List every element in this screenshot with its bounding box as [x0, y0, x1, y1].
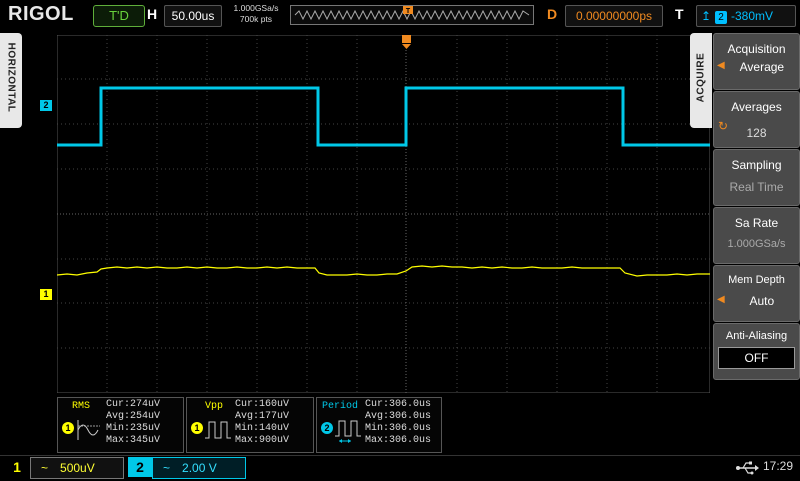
menu-acquisition-value: ◀ Average [717, 60, 785, 74]
ch1-offset-marker[interactable]: 1 [40, 289, 52, 300]
menu-mem-depth[interactable]: Mem Depth ◀ Auto [713, 265, 800, 322]
clock: 17:29 [763, 459, 794, 473]
trigger-label: T [675, 6, 684, 22]
menu-averages[interactable]: Averages ↻ 128 [713, 91, 800, 148]
acquire-menu: Acquisition ◀ Average Averages ↻ 128 Samp… [713, 33, 800, 453]
menu-sampling[interactable]: Sampling Real Time [713, 149, 800, 206]
menu-acquisition[interactable]: Acquisition ◀ Average [713, 33, 800, 90]
trigger-level-text: -380mV [731, 9, 774, 23]
trigger-edge-icon: ↥ [701, 9, 712, 23]
brand-logo: RIGOL [8, 3, 74, 25]
ch2-offset-marker[interactable]: 2 [40, 100, 52, 111]
measurement-min: Min:306.0us [365, 423, 432, 434]
menu-anti-aliasing[interactable]: Anti-Aliasing OFF [713, 323, 800, 380]
measurement-channel-badge: 1 [62, 422, 74, 434]
menu-anti-aliasing-value: OFF [718, 347, 795, 369]
sample-rate-text: 1.000GSa/s [233, 3, 279, 13]
measurement-name: Vpp [205, 401, 224, 412]
menu-averages-label: Averages [731, 100, 782, 114]
measurement-channel-badge: 2 [321, 422, 333, 434]
svg-text:T: T [406, 8, 411, 15]
delay-label: D [547, 6, 558, 22]
menu-sa-rate[interactable]: Sa Rate 1.000GSa/s [713, 207, 800, 264]
measurement-rms[interactable]: RMS 1 Cur:274uV Avg:254uV Min:235uV Max:… [57, 397, 184, 453]
measurement-max: Max:345uV [106, 435, 161, 446]
horizontal-tab-label: HORIZONTAL [5, 42, 17, 113]
measurement-channel-badge: 1 [191, 422, 203, 434]
measurement-cur: Cur:274uV [106, 399, 161, 410]
measurement-max: Max:900uV [235, 435, 290, 446]
rms-waveform-icon [77, 420, 100, 440]
menu-mem-depth-label: Mem Depth [728, 274, 785, 286]
measurement-vpp[interactable]: Vpp 1 Cur:160uV Avg:177uV Min:140uV Max:… [186, 397, 314, 453]
measurement-min: Min:140uV [235, 423, 290, 434]
menu-anti-aliasing-label: Anti-Aliasing [725, 330, 788, 342]
waveform-grid[interactable] [57, 35, 710, 393]
measurement-avg: Avg:306.0us [365, 411, 432, 422]
trigger-info[interactable]: ↥ 2 -380mV [696, 5, 796, 27]
ac-tilde-icon: ~ [41, 461, 49, 475]
vpp-pulse-icon [205, 421, 231, 439]
ch2-scale-box[interactable]: ~2.00 V [152, 457, 246, 479]
left-arrow-icon: ◀ [717, 60, 725, 71]
measurement-avg: Avg:177uV [235, 411, 290, 422]
menu-sa-rate-value: 1.000GSa/s [727, 238, 786, 250]
trigger-position-marker-icon: T [403, 6, 413, 15]
measurement-period[interactable]: Period 2 Cur:306.0us Avg:306.0us Min:306… [316, 397, 442, 453]
horizontal-label: H [147, 6, 158, 22]
ch1-scale-box[interactable]: ~500uV [30, 457, 124, 479]
trigger-delay-value[interactable]: 0.00000000ps [565, 5, 663, 27]
memory-points-text: 700k pts [239, 14, 273, 24]
timebase-value[interactable]: 50.00us [164, 5, 222, 27]
left-arrow-icon: ◀ [717, 294, 725, 305]
ch2-label[interactable]: 2 [128, 457, 152, 477]
menu-mem-depth-value: ◀ Auto [717, 294, 775, 308]
measurement-min: Min:235uV [106, 423, 161, 434]
menu-sampling-value: Real Time [729, 180, 784, 194]
measurement-name: Period [322, 401, 359, 412]
rotate-knob-icon: ↻ [718, 119, 729, 133]
measurement-name: RMS [72, 401, 91, 412]
usb-icon [736, 461, 759, 475]
trigger-source-badge: 2 [715, 11, 727, 24]
period-pulse-icon [335, 420, 361, 443]
ac-tilde-icon: ~ [163, 461, 171, 475]
menu-sampling-label: Sampling [731, 158, 782, 172]
ch1-scale: 500uV [60, 461, 95, 475]
measurement-avg: Avg:254uV [106, 411, 161, 422]
menu-acquisition-label: Acquisition [727, 42, 786, 56]
measurement-cur: Cur:306.0us [365, 399, 432, 410]
acquire-tab-label: ACQUIRE [695, 52, 707, 103]
measurement-max: Max:306.0us [365, 435, 432, 446]
measurement-cur: Cur:160uV [235, 399, 290, 410]
run-status-badge[interactable]: T'D [93, 5, 145, 27]
memory-overview-bar[interactable]: T [290, 5, 534, 25]
ch1-label[interactable]: 1 [4, 458, 30, 476]
ch2-scale: 2.00 V [182, 461, 217, 475]
sample-rate-info: 1.000GSa/s 700k pts [228, 3, 284, 25]
menu-sa-rate-label: Sa Rate [734, 216, 779, 230]
